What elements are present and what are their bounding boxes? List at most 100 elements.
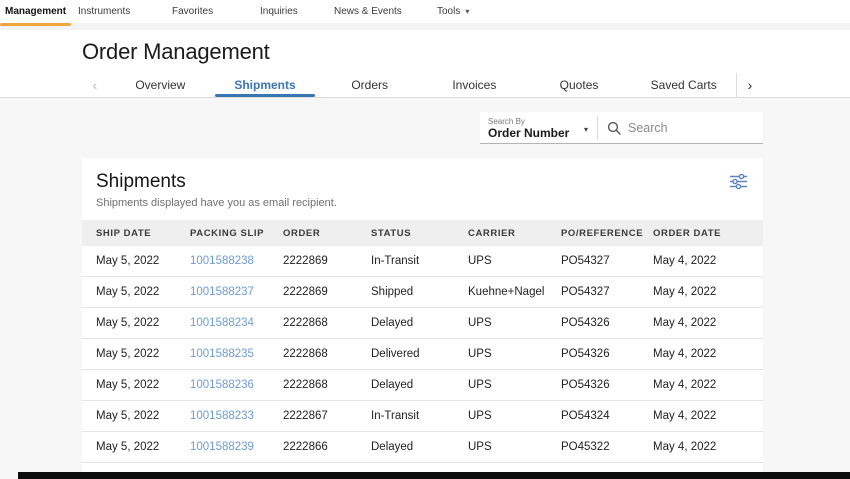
cell-carrier: UPS [468,255,561,267]
cell-po-reference: PO54327 [561,255,653,267]
tab-bar: ‹ OverviewShipmentsOrdersInvoicesQuotesS… [0,73,850,98]
column-header-carrier: CARRIER [468,228,561,239]
cell-packing-slip-link[interactable]: 1001588235 [190,348,283,360]
cell-order: 2222866 [283,441,371,453]
table-row: May 5, 202210015882352222868DeliveredUPS… [82,339,763,370]
nav-divider-strip [0,23,850,30]
bottom-black-bar [18,472,850,479]
cell-packing-slip-link[interactable]: 1001588237 [190,286,283,298]
nav-item-tools[interactable]: Tools ▾ [437,0,469,23]
page-header: Management Instruments Favorites Inquiries N… [0,0,850,98]
cell-ship-date: May 5, 2022 [96,410,190,422]
tab-list: OverviewShipmentsOrdersInvoicesQuotesSav… [108,73,736,97]
nav-item-management[interactable]: Management [5,0,66,23]
nav-item-instruments[interactable]: Instruments [78,0,130,23]
cell-order: 2222867 [283,410,371,422]
search-bar: Search By Order Number ▾ [480,112,763,144]
cell-order-date: May 4, 2022 [653,348,763,360]
cell-order-date: May 4, 2022 [653,317,763,329]
cell-ship-date: May 5, 2022 [96,286,190,298]
cell-order: 2222868 [283,348,371,360]
tab-invoices[interactable]: Invoices [422,73,527,97]
cell-status: Delivered [371,348,468,360]
tab-overview[interactable]: Overview [108,73,213,97]
cell-carrier: UPS [468,348,561,360]
cell-packing-slip-link[interactable]: 1001588236 [190,379,283,391]
cell-order: 2222868 [283,379,371,391]
cell-carrier: UPS [468,441,561,453]
cell-packing-slip-link[interactable]: 1001588234 [190,317,283,329]
nav-item-favorites[interactable]: Favorites [172,0,213,23]
cell-status: Shipped [371,286,468,298]
cell-packing-slip-link[interactable]: 1001588233 [190,410,283,422]
cell-order-date: May 4, 2022 [653,410,763,422]
cell-status: Delayed [371,441,468,453]
column-header-packing-slip: PACKING SLIP [190,228,283,239]
filter-button[interactable] [727,171,750,195]
shipments-panel: Shipments Shipments displayed have you a… [82,158,763,479]
panel-title: Shipments [96,171,749,193]
tab-orders[interactable]: Orders [317,73,422,97]
cell-carrier: UPS [468,379,561,391]
column-header-order-date: ORDER DATE [653,228,763,239]
cell-status: In-Transit [371,410,468,422]
cell-po-reference: PO54326 [561,317,653,329]
cell-status: Delayed [371,379,468,391]
nav-item-label: Instruments [78,6,130,17]
nav-item-label: Tools [437,6,460,17]
table-row: May 5, 202210015882342222868DelayedUPSPO… [82,308,763,339]
search-by-dropdown[interactable]: Search By Order Number ▾ [480,112,597,143]
cell-ship-date: May 5, 2022 [96,441,190,453]
search-by-label: Search By [488,117,597,127]
table-row: May 5, 202210015882382222869In-TransitUP… [82,246,763,277]
nav-item-label: News & Events [334,6,402,17]
page-title: Order Management [82,39,270,65]
column-header-ship-date: SHIP DATE [96,228,190,239]
nav-item-label: Inquiries [260,6,298,17]
search-by-value: Order Number [488,126,597,141]
tab-saved-carts[interactable]: Saved Carts [631,73,736,97]
cell-order-date: May 4, 2022 [653,379,763,391]
cell-po-reference: PO45322 [561,441,653,453]
table-row: May 5, 202210015882372222869ShippedKuehn… [82,277,763,308]
cell-po-reference: PO54326 [561,348,653,360]
table-row: May 5, 202210015882362222868DelayedUPSPO… [82,370,763,401]
tab-shipments[interactable]: Shipments [213,73,318,97]
panel-header: Shipments Shipments displayed have you a… [82,158,763,220]
search-icon [607,121,621,135]
chevron-down-icon: ▾ [584,125,588,134]
cell-ship-date: May 5, 2022 [96,255,190,267]
cell-order: 2222869 [283,255,371,267]
cell-carrier: Kuehne+Nagel [468,286,561,298]
search-input[interactable] [628,121,763,135]
column-header-order: ORDER [283,228,371,239]
table-header-row: SHIP DATEPACKING SLIPORDERSTATUSCARRIERP… [82,220,763,246]
filter-sliders-icon [729,173,748,190]
cell-status: In-Transit [371,255,468,267]
cell-ship-date: May 5, 2022 [96,317,190,329]
tab-quotes[interactable]: Quotes [527,73,632,97]
cell-ship-date: May 5, 2022 [96,379,190,391]
title-row: Order Management [0,30,850,73]
cell-status: Delayed [371,317,468,329]
cell-carrier: UPS [468,317,561,329]
cell-packing-slip-link[interactable]: 1001588238 [190,255,283,267]
column-header-status: STATUS [371,228,468,239]
cell-packing-slip-link[interactable]: 1001588239 [190,441,283,453]
cell-carrier: UPS [468,410,561,422]
table-body: May 5, 202210015882382222869In-TransitUP… [82,246,763,479]
tabs-next-icon[interactable]: › [737,73,763,97]
cell-order-date: May 4, 2022 [653,286,763,298]
column-header-po-reference: PO/REFERENCE [561,228,653,239]
nav-item-label: Favorites [172,6,213,17]
tabs-prev-icon[interactable]: ‹ [82,73,108,97]
app-root: Management Instruments Favorites Inquiries N… [0,0,850,479]
cell-po-reference: PO54326 [561,379,653,391]
nav-item-news-events[interactable]: News & Events [334,0,402,23]
cell-order: 2222869 [283,286,371,298]
table-row: May 5, 202210015882332222867In-TransitUP… [82,401,763,432]
nav-item-inquiries[interactable]: Inquiries [260,0,298,23]
cell-ship-date: May 5, 2022 [96,348,190,360]
table-row: May 5, 202210015882392222866DelayedUPSPO… [82,432,763,463]
chevron-down-icon: ▾ [465,7,469,16]
